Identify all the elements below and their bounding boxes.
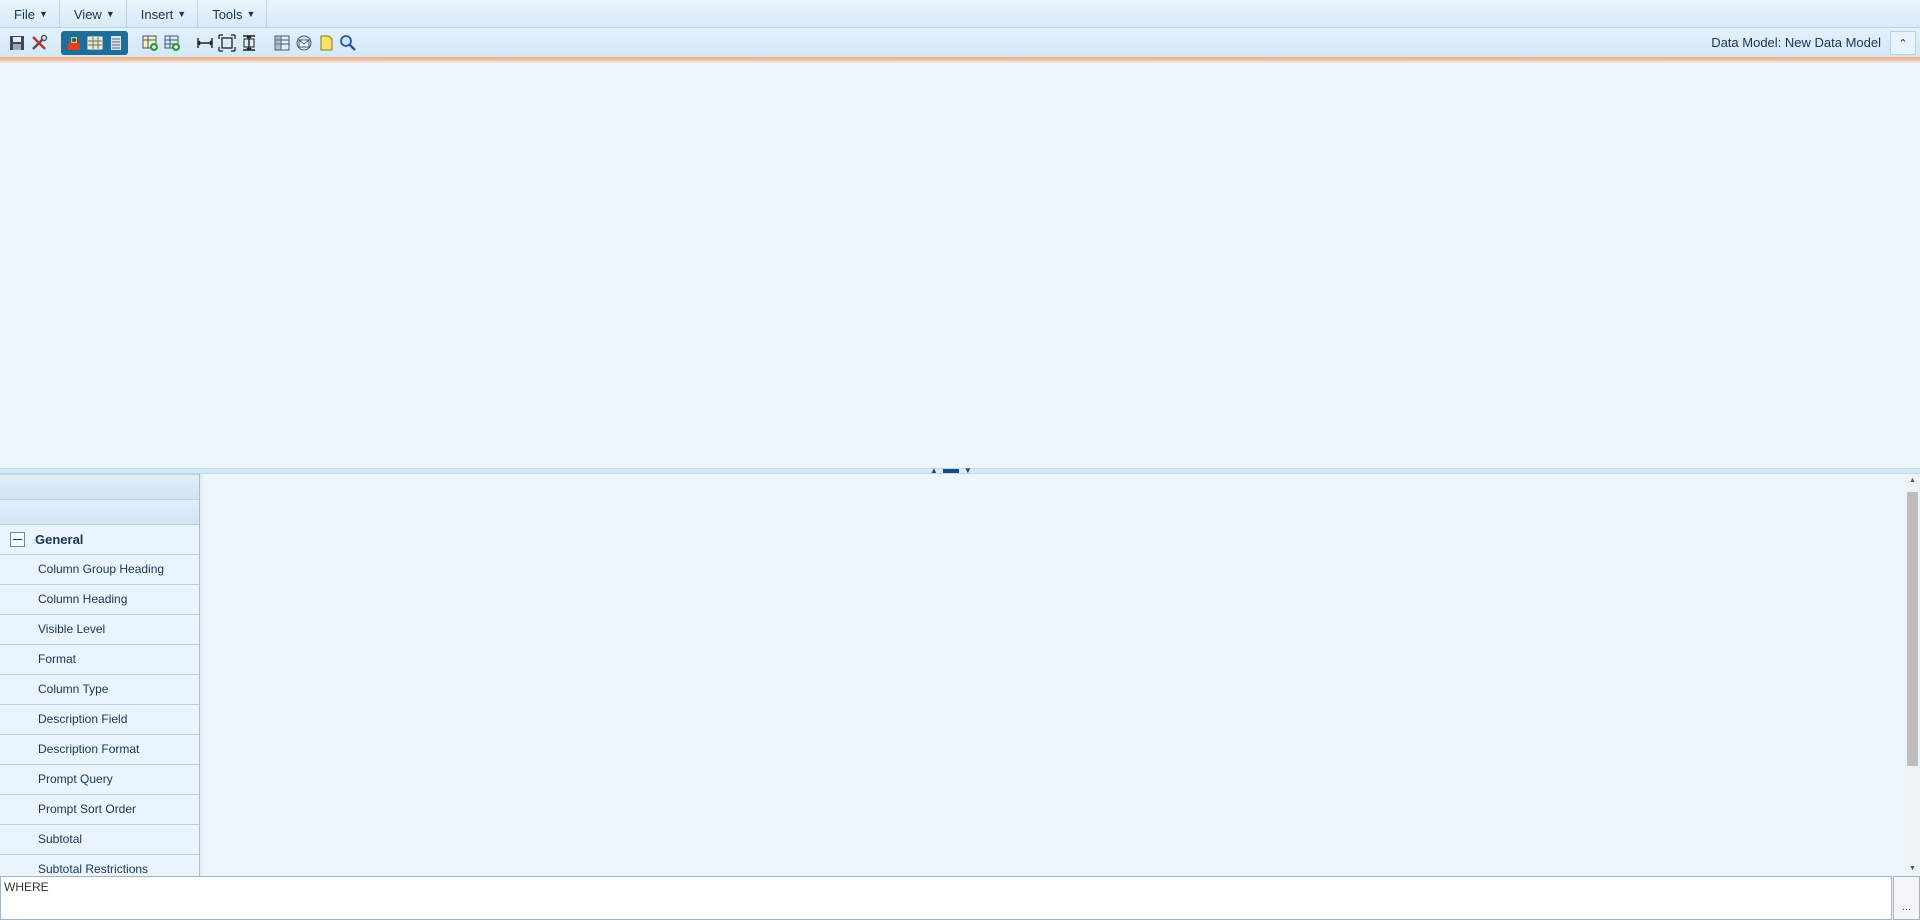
- mail-icon[interactable]: [293, 32, 315, 54]
- menu-file-label: File: [14, 6, 35, 22]
- property-editor-area[interactable]: [203, 474, 1905, 876]
- property-row[interactable]: Visible Level: [0, 615, 201, 645]
- menu-bar: File ▼ View ▼ Insert ▼ Tools ▼: [0, 0, 1920, 28]
- property-row[interactable]: Subtotal: [0, 825, 201, 855]
- menu-file[interactable]: File ▼: [0, 0, 60, 28]
- section-general[interactable]: General: [0, 525, 201, 555]
- dropdown-caret-icon: ▼: [105, 9, 115, 19]
- property-row[interactable]: Prompt Query: [0, 765, 201, 795]
- columns-icon[interactable]: [271, 32, 293, 54]
- splitter-grip-icon: [942, 468, 959, 473]
- note-icon[interactable]: [315, 32, 337, 54]
- fit-page-icon[interactable]: [216, 32, 238, 54]
- save-icon[interactable]: [6, 32, 28, 54]
- collapse-icon[interactable]: [10, 532, 25, 547]
- add-view-icon[interactable]: [161, 32, 183, 54]
- menu-insert[interactable]: Insert ▼: [127, 0, 199, 28]
- design-canvas[interactable]: [0, 63, 1920, 468]
- list-view-icon[interactable]: [105, 32, 126, 54]
- where-clause-input[interactable]: WHERE: [0, 876, 1892, 920]
- property-row[interactable]: Column Group Heading: [0, 555, 201, 585]
- property-row[interactable]: Column Type: [0, 675, 201, 705]
- query-view-icon[interactable]: [63, 32, 84, 54]
- add-table-icon[interactable]: [139, 32, 161, 54]
- section-general-title: General: [35, 532, 84, 547]
- property-row[interactable]: Description Format: [0, 735, 201, 765]
- toolbar: [0, 28, 1920, 57]
- vertical-scrollbar[interactable]: ▲ ▼: [1905, 474, 1920, 876]
- search-icon[interactable]: [337, 32, 359, 54]
- menu-insert-label: Insert: [140, 6, 174, 22]
- property-row[interactable]: Column Heading: [0, 585, 201, 615]
- chevron-up-icon: ⌃: [1898, 37, 1908, 50]
- fit-width-icon[interactable]: [194, 32, 216, 54]
- property-row[interactable]: Prompt Sort Order: [0, 795, 201, 825]
- tools-icon[interactable]: [28, 32, 50, 54]
- dropdown-caret-icon: ▼: [246, 9, 256, 19]
- view-mode-group: [61, 30, 128, 55]
- menu-tools[interactable]: Tools ▼: [198, 0, 268, 28]
- collapse-toolbar-button[interactable]: ⌃: [1890, 31, 1916, 55]
- menu-tools-label: Tools: [212, 6, 243, 22]
- fit-height-icon[interactable]: [238, 32, 260, 54]
- dropdown-caret-icon: ▼: [38, 9, 48, 19]
- property-panel: General Column Group Heading Column Head…: [0, 474, 203, 876]
- scroll-up-icon[interactable]: ▲: [1905, 474, 1920, 488]
- property-row[interactable]: Description Field: [0, 705, 201, 735]
- data-model-label: Data Model: New Data Model: [1711, 35, 1881, 50]
- scroll-down-icon[interactable]: ▼: [1905, 862, 1920, 876]
- where-expand-button[interactable]: ...: [1893, 876, 1920, 920]
- grid-view-icon[interactable]: [84, 32, 105, 54]
- property-panel-subheader: [0, 500, 201, 525]
- scrollbar-thumb[interactable]: [1907, 492, 1918, 766]
- menu-view[interactable]: View ▼: [60, 0, 127, 28]
- property-panel-header: [0, 474, 201, 500]
- dropdown-caret-icon: ▼: [177, 9, 187, 19]
- property-row[interactable]: Subtotal Restrictions: [0, 855, 201, 876]
- property-row[interactable]: Format: [0, 645, 201, 675]
- menu-view-label: View: [73, 6, 102, 22]
